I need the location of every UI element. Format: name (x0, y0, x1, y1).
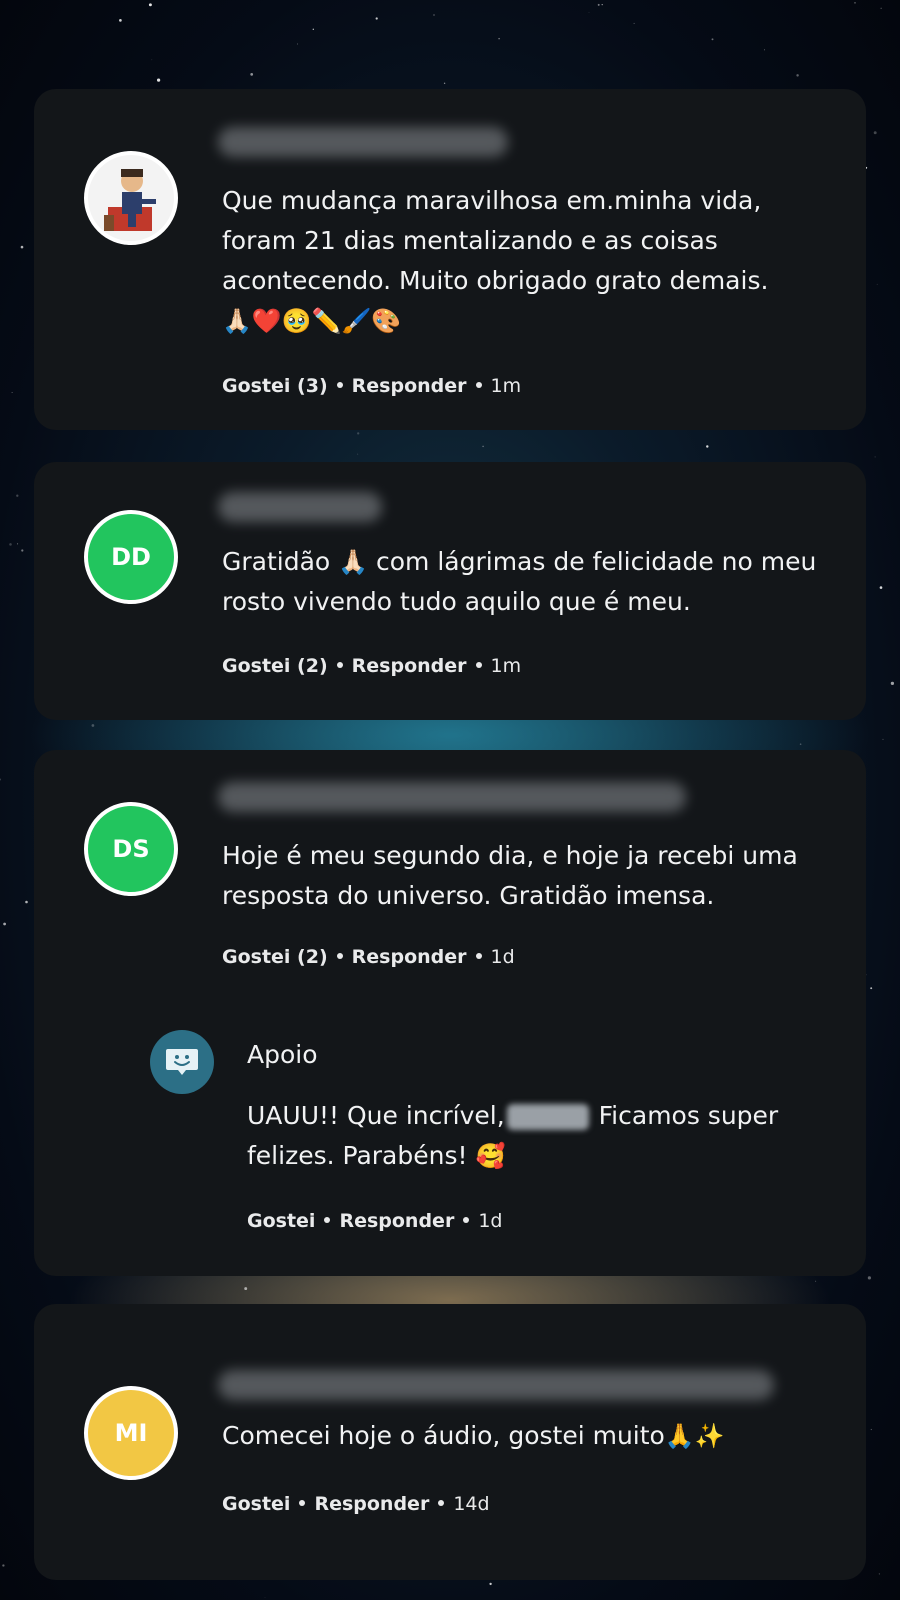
like-button[interactable]: Gostei (2) (222, 946, 328, 968)
emoji-sequence: 🙏🏻❤️🥹✏️🖌️🎨 (222, 307, 402, 335)
comment-card: DS Hoje é meu segundo dia, e hoje ja rec… (34, 750, 866, 1276)
blurred-name (506, 1104, 589, 1130)
reply-button[interactable]: Responder (352, 375, 467, 397)
person-illustration-icon (104, 169, 156, 231)
author-name-blurred (218, 1370, 774, 1400)
comment-text: Que mudança maravilhosa em.minha vida, f… (222, 186, 769, 335)
avatar[interactable] (84, 151, 178, 245)
reply-button[interactable]: Responder (339, 1210, 454, 1232)
comment-time: 1m (490, 655, 522, 677)
comment-time: 14d (453, 1493, 490, 1515)
avatar[interactable]: MI (84, 1386, 178, 1480)
avatar[interactable]: DD (84, 510, 178, 604)
chat-bubble-smile-icon (166, 1049, 198, 1075)
reply-text: UAUU!! Que incrível, Ficamos super feliz… (247, 1101, 779, 1170)
like-button[interactable]: Gostei (222, 1493, 290, 1515)
author-name-blurred (218, 492, 382, 522)
reply-author: Apoio (247, 1040, 318, 1069)
support-avatar[interactable] (150, 1030, 214, 1094)
comment-time: 1m (490, 375, 522, 397)
comment-card: MI Comecei hoje o áudio, gostei muito🙏✨ … (34, 1304, 866, 1580)
author-name-blurred (218, 127, 508, 157)
reply-button[interactable]: Responder (314, 1493, 429, 1515)
comment-text: Comecei hoje o áudio, gostei muito🙏✨ (222, 1421, 725, 1450)
comment-time: 1d (478, 1210, 503, 1232)
comment-actions: Gostei (2) Responder 1d (222, 946, 515, 968)
comment-card: DD Gratidão 🙏🏻 com lágrimas de felicidad… (34, 462, 866, 720)
emoji-sequence: 🙏✨ (664, 1422, 725, 1450)
reply-button[interactable]: Responder (352, 655, 467, 677)
like-button[interactable]: Gostei (247, 1210, 315, 1232)
avatar[interactable]: DS (84, 802, 178, 896)
like-button[interactable]: Gostei (3) (222, 375, 328, 397)
author-name-blurred (218, 782, 686, 812)
comment-card: Que mudança maravilhosa em.minha vida, f… (34, 89, 866, 430)
comment-actions: Gostei (2) Responder 1m (222, 655, 521, 677)
reply-actions: Gostei Responder 1d (247, 1210, 502, 1232)
like-button[interactable]: Gostei (2) (222, 655, 328, 677)
pray-emoji: 🙏🏻 (338, 548, 369, 576)
comment-text: Hoje é meu segundo dia, e hoje ja recebi… (222, 841, 798, 910)
smiling-hearts-emoji: 🥰 (475, 1142, 506, 1170)
comment-actions: Gostei Responder 14d (222, 1493, 490, 1515)
comment-actions: Gostei (3) Responder 1m (222, 375, 521, 397)
reply-button[interactable]: Responder (352, 946, 467, 968)
comment-time: 1d (490, 946, 515, 968)
comment-text: Gratidão 🙏🏻 com lágrimas de felicidade n… (222, 547, 817, 616)
